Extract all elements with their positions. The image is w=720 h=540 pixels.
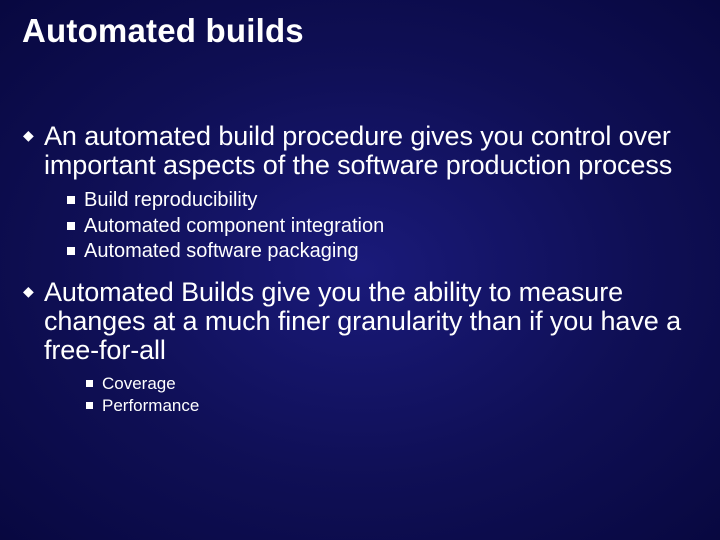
slide: Automated builds An automated build proc…: [0, 0, 720, 540]
sub-bullet-item: Automated component integration: [64, 214, 698, 239]
sub-bullet-item: Performance: [84, 395, 698, 417]
sub-bullet-text: Coverage: [102, 374, 176, 393]
sub-bullet-text: Build reproducibility: [84, 189, 257, 211]
sub-list: Coverage Performance: [22, 373, 698, 417]
sub-bullet-text: Performance: [102, 396, 199, 415]
sub-bullet-item: Build reproducibility: [64, 188, 698, 213]
sub-list: Build reproducibility Automated componen…: [22, 188, 698, 264]
bullet-text: Automated Builds give you the ability to…: [44, 277, 681, 365]
bullet-item: An automated build procedure gives you c…: [22, 122, 698, 180]
slide-title: Automated builds: [22, 12, 698, 50]
bullet-item: Automated Builds give you the ability to…: [22, 278, 698, 365]
sub-bullet-text: Automated software packaging: [84, 240, 359, 262]
sub-bullet-item: Coverage: [84, 373, 698, 395]
sub-bullet-text: Automated component integration: [84, 215, 384, 237]
bullet-text: An automated build procedure gives you c…: [44, 121, 672, 180]
sub-bullet-item: Automated software packaging: [64, 239, 698, 264]
